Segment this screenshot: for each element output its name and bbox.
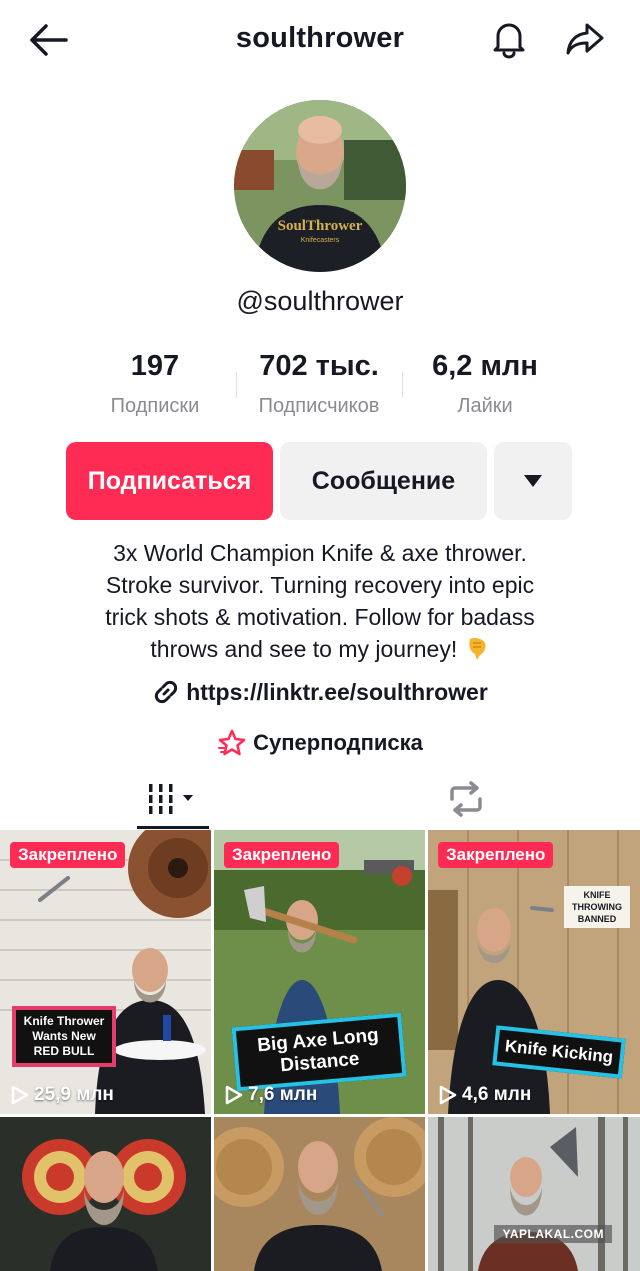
bio-line: trick shots & motivation. Follow for bad… xyxy=(105,604,535,630)
view-count: 4,6 млн xyxy=(436,1084,531,1106)
play-icon xyxy=(11,1085,29,1105)
svg-text:Knifecasters: Knifecasters xyxy=(301,237,340,244)
video-thumbnail-image xyxy=(428,1117,640,1271)
profile-bio: 3x World Champion Knife & axe thrower. S… xyxy=(40,537,600,665)
view-count-text: 7,6 млн xyxy=(248,1084,318,1105)
pinned-badge: Закреплено xyxy=(10,842,126,868)
pointing-down-hand-icon xyxy=(468,638,486,660)
video-thumbnail[interactable]: Закреплено Big Axe Long Distance 7,6 млн xyxy=(214,830,425,1114)
link-icon xyxy=(155,680,178,704)
notifications-button[interactable] xyxy=(486,16,532,62)
share-arrow-icon xyxy=(566,23,604,55)
svg-text:SoulThrower: SoulThrower xyxy=(278,218,363,234)
profile-stats: 197 Подписки 702 тыс. Подписчиков 6,2 мл… xyxy=(0,350,640,430)
following-label: Подписки xyxy=(110,395,200,417)
video-thumbnail[interactable]: YAPLAKAL.COM xyxy=(428,1117,640,1271)
superfollow-button[interactable]: Суперподписка xyxy=(0,728,640,758)
video-grid: Закреплено Knife Thrower Wants New RED B… xyxy=(0,830,640,1271)
watermark: YAPLAKAL.COM xyxy=(494,1225,612,1243)
avatar[interactable]: SoulThrower Knifecasters xyxy=(234,100,406,272)
following-count: 197 xyxy=(130,350,180,382)
following-stat[interactable]: 197 Подписки xyxy=(70,350,240,418)
likes-stat[interactable]: 6,2 млн Лайки xyxy=(400,350,570,418)
tab-videos[interactable] xyxy=(137,768,209,830)
sign-text: KNIFE THROWING BANNED xyxy=(564,886,630,928)
bio-line: throws and see to my journey! xyxy=(150,636,458,662)
content-tabs xyxy=(0,768,640,830)
followers-stat[interactable]: 702 тыс. Подписчиков xyxy=(234,350,404,418)
profile-handle: @soulthrower xyxy=(236,286,404,316)
bell-icon xyxy=(493,23,525,59)
avatar-image: SoulThrower Knifecasters xyxy=(234,100,406,272)
play-icon xyxy=(225,1085,243,1105)
video-thumbnail-image xyxy=(0,1117,211,1271)
share-button[interactable] xyxy=(562,16,608,62)
tab-reposts[interactable] xyxy=(430,768,502,830)
bio-line: Stroke survivor. Turning recovery into e… xyxy=(105,572,535,598)
follow-button[interactable]: Подписаться xyxy=(66,442,273,520)
message-button[interactable]: Сообщение xyxy=(280,442,487,520)
video-caption: Knife Thrower Wants New RED BULL xyxy=(12,1006,116,1067)
superfollow-star-icon xyxy=(218,729,246,756)
bio-line: 3x World Champion Knife & axe thrower. xyxy=(113,540,527,566)
followers-count: 702 тыс. xyxy=(259,350,379,382)
followers-label: Подписчиков xyxy=(258,395,380,417)
page-title: soulthrower xyxy=(235,22,405,54)
caret-down-icon xyxy=(524,475,542,487)
suggested-accounts-button[interactable] xyxy=(494,442,572,520)
likes-count: 6,2 млн xyxy=(432,350,538,382)
video-grid-icon xyxy=(149,784,193,814)
video-thumbnail-image xyxy=(0,830,211,1114)
profile-link-text: https://linktr.ee/soulthrower xyxy=(186,678,488,705)
pinned-badge: Закреплено xyxy=(224,842,340,868)
profile-link[interactable]: https://linktr.ee/soulthrower xyxy=(0,678,640,706)
superfollow-label: Суперподписка xyxy=(253,730,423,755)
view-count: 25,9 млн xyxy=(8,1084,114,1106)
likes-label: Лайки xyxy=(457,395,513,417)
bio-line-last: throws and see to my journey! xyxy=(40,633,600,665)
video-thumbnail[interactable]: Закреплено Knife Thrower Wants New RED B… xyxy=(0,830,211,1114)
pinned-badge: Закреплено xyxy=(438,842,554,868)
video-thumbnail-image xyxy=(214,1117,425,1271)
video-thumbnail[interactable]: KNIFE THROWING BANNED Закреплено Knife K… xyxy=(428,830,640,1114)
view-count: 7,6 млн xyxy=(222,1084,317,1106)
video-thumbnail[interactable] xyxy=(0,1117,211,1271)
view-count-text: 4,6 млн xyxy=(462,1084,532,1105)
profile-header: soulthrower xyxy=(0,0,640,80)
play-icon xyxy=(439,1085,457,1105)
active-tab-indicator xyxy=(137,826,209,829)
video-thumbnail[interactable] xyxy=(214,1117,425,1271)
view-count-text: 25,9 млн xyxy=(34,1084,114,1105)
repost-icon xyxy=(450,781,482,817)
